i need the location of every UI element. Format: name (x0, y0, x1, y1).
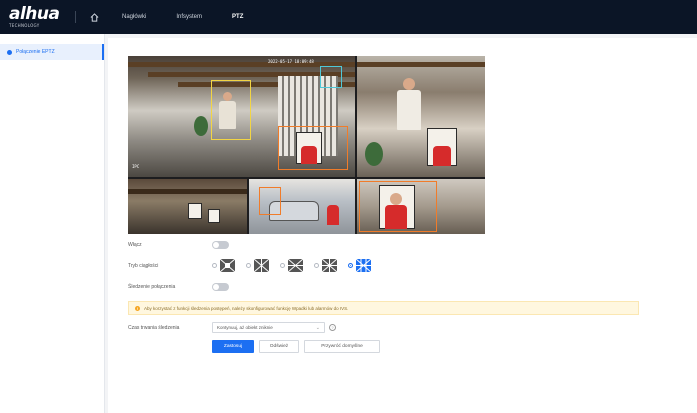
sidebar-item-label: Połączenie EPTZ (16, 49, 55, 55)
video-timestamp: 2022-05-17 18:09:48 (268, 59, 314, 64)
mode-option-5[interactable] (348, 259, 371, 272)
person-body (219, 101, 236, 129)
nav-divider (75, 11, 76, 23)
plant (194, 116, 208, 136)
mode-option-1[interactable] (212, 259, 235, 272)
person-head (223, 92, 232, 101)
mode-radio-selected[interactable] (348, 263, 353, 268)
home-icon[interactable] (88, 11, 100, 23)
poster-person (301, 146, 317, 164)
mode-radio[interactable] (246, 263, 251, 268)
mode-option-3[interactable] (280, 259, 303, 272)
video-cell-bottom-2 (249, 179, 355, 234)
mode-option-4[interactable] (314, 259, 337, 272)
layout-5-icon (356, 259, 371, 272)
ceiling-beam (357, 62, 485, 67)
plant (365, 142, 383, 166)
poster-person (385, 205, 407, 229)
duration-label: Czas trwania śledzenia (128, 325, 180, 331)
mode-radio[interactable] (314, 263, 319, 268)
mode-radio[interactable] (212, 263, 217, 268)
duration-select[interactable]: Kontynuuj, aż obiekt zniknie ⌄ (212, 322, 325, 333)
gear-icon (7, 49, 12, 55)
tracking-label: Śledzenie połączenia (128, 284, 176, 290)
alert-text: Aby korzystać z funkcji śledzenia postęp… (144, 305, 349, 311)
layout-3-icon (288, 259, 303, 272)
poster (208, 209, 220, 223)
layout-1-icon (220, 259, 235, 272)
detection-box-orange (259, 187, 281, 215)
enable-label: Włącz (128, 242, 142, 248)
video-cell-main: IPC 2022-05-17 18:09:48 (128, 56, 355, 177)
poster (188, 203, 202, 219)
poster-person (327, 205, 339, 225)
mode-radio[interactable] (280, 263, 285, 268)
brand-logo-text: alhua (9, 4, 60, 24)
mode-option-2[interactable] (246, 259, 269, 272)
tracking-toggle[interactable] (212, 283, 229, 291)
nav-item-naglowki[interactable]: Nagłówki (122, 14, 146, 20)
video-cell-bottom-1 (128, 179, 247, 234)
nav-item-infsystem[interactable]: Infsystem (176, 14, 202, 20)
person-body (397, 90, 421, 130)
video-cell-top-right (357, 56, 485, 177)
brand-logo-subtext: TECHNOLOGY (9, 23, 40, 28)
duration-select-value: Kontynuuj, aż obiekt zniknie (217, 325, 273, 330)
main-nav: Nagłówki Infsystem PTZ (122, 14, 273, 20)
refresh-button[interactable]: Odśwież (259, 340, 299, 353)
video-channel-label: IPC (132, 164, 140, 169)
apply-button[interactable]: Zastosuj (212, 340, 254, 353)
chevron-down-icon: ⌄ (315, 325, 320, 331)
main-panel: IPC 2022-05-17 18:09:48 Włącz Tryb ciągł… (108, 38, 697, 413)
top-navigation-bar: alhua TECHNOLOGY Nagłówki Infsystem PTZ (0, 0, 697, 34)
brand-logo: alhua TECHNOLOGY (9, 6, 67, 28)
nav-item-ptz[interactable]: PTZ (232, 14, 243, 20)
info-alert: ! Aby korzystać z funkcji śledzenia post… (128, 301, 639, 315)
video-cell-bottom-3 (357, 179, 485, 234)
sidebar: Połączenie EPTZ (0, 34, 105, 413)
mode-label: Tryb ciągłości (128, 263, 159, 269)
detection-box-cyan (320, 66, 342, 88)
ceiling-beam (128, 189, 247, 194)
help-icon[interactable]: ? (329, 324, 336, 331)
layout-2-icon (254, 259, 269, 272)
sidebar-item-eptz-linkage[interactable]: Połączenie EPTZ (0, 44, 104, 60)
video-preview[interactable]: IPC 2022-05-17 18:09:48 (128, 56, 485, 234)
person-head (403, 78, 415, 90)
enable-toggle[interactable] (212, 241, 229, 249)
poster-person (433, 146, 451, 166)
warning-icon: ! (135, 305, 140, 311)
restore-default-button[interactable]: Przywróć domyślne (304, 340, 380, 353)
person-head (390, 193, 402, 205)
layout-4-icon (322, 259, 337, 272)
